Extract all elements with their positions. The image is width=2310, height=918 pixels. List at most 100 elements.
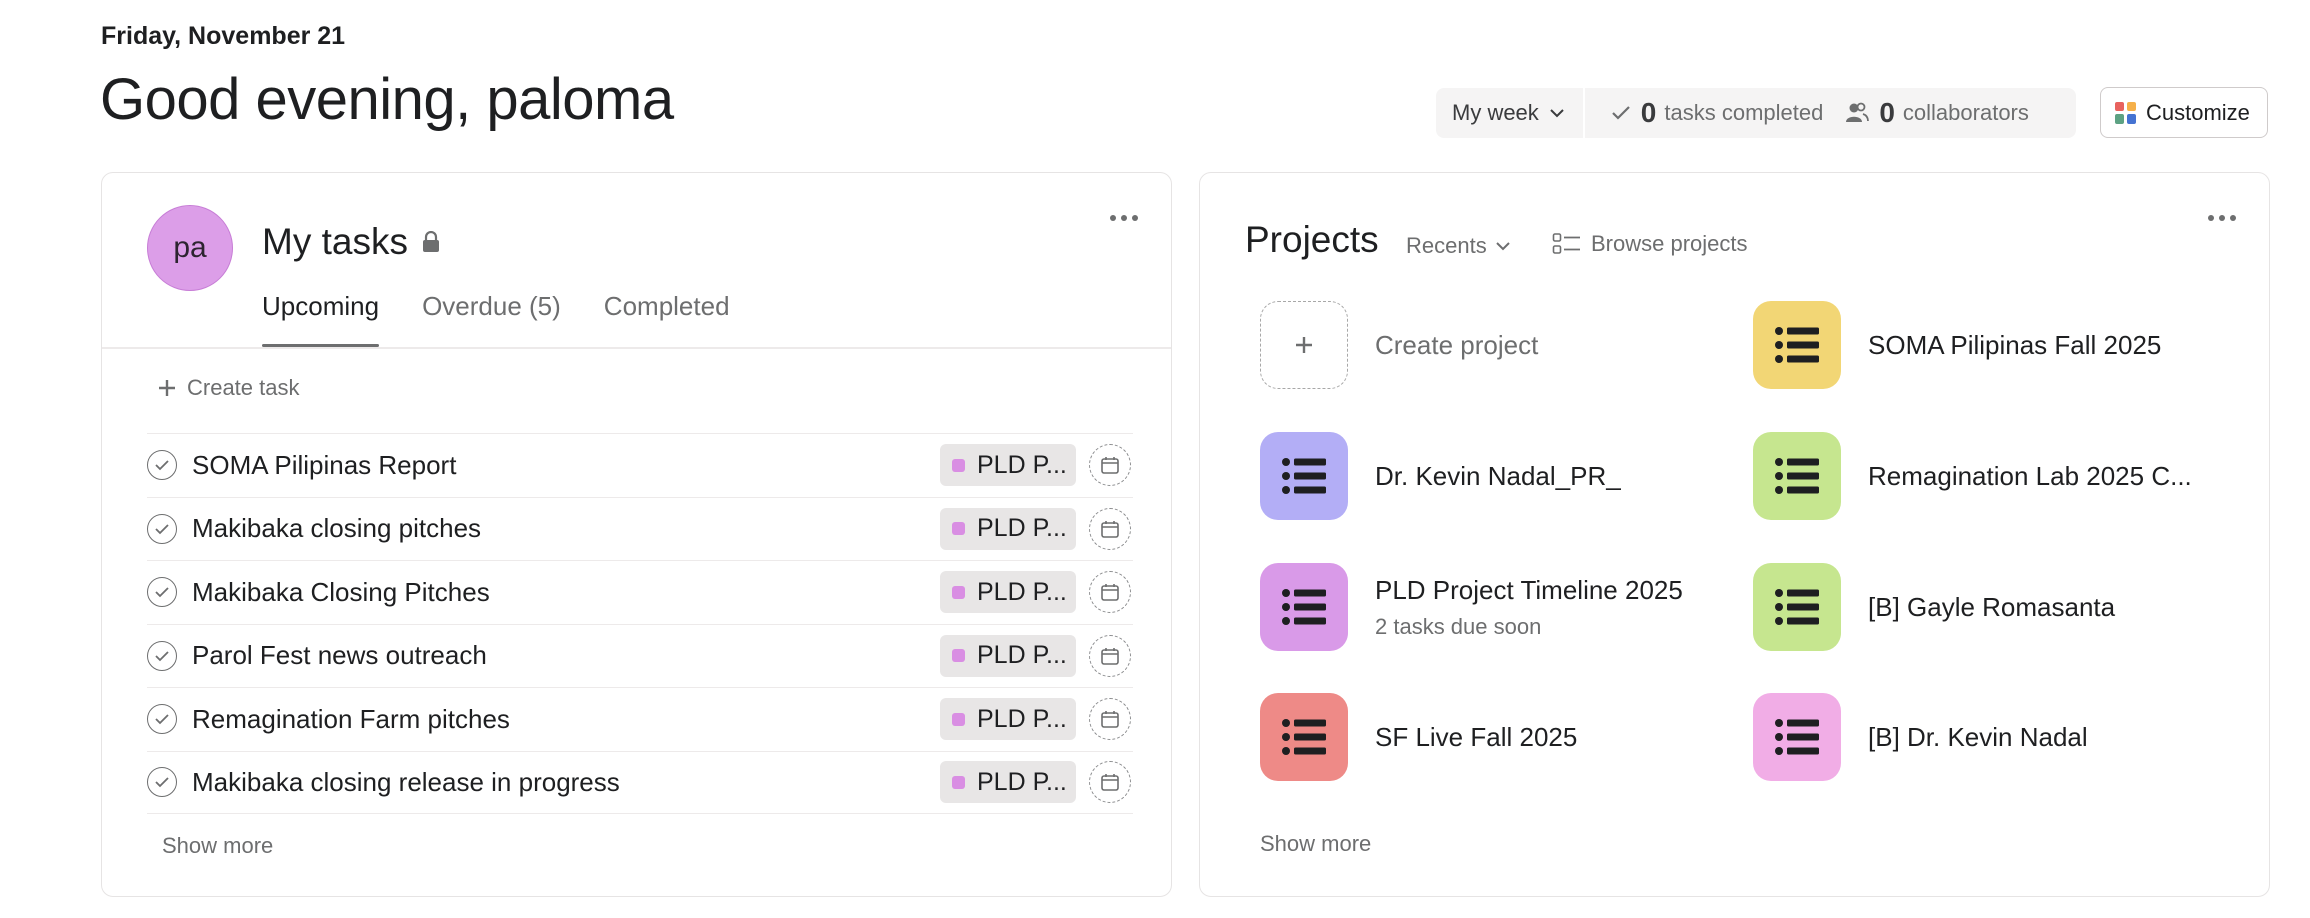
recents-dropdown[interactable]: Recents xyxy=(1406,233,1511,259)
task-row[interactable]: Remagination Farm pitches PLD P... xyxy=(147,687,1133,751)
project-tag[interactable]: PLD P... xyxy=(940,444,1076,487)
task-row[interactable]: Makibaka closing pitches PLD P... xyxy=(147,496,1133,561)
task-name[interactable]: Makibaka Closing Pitches xyxy=(192,577,490,608)
date-label: Friday, November 21 xyxy=(101,22,346,50)
project-item[interactable]: [B] Dr. Kevin Nadal xyxy=(1753,693,2088,781)
chevron-down-icon xyxy=(1550,109,1564,118)
project-item[interactable]: SOMA Pilipinas Fall 2025 xyxy=(1753,301,2161,389)
project-list-icon xyxy=(1260,563,1348,651)
create-project-label: Create project xyxy=(1375,329,1539,360)
period-dropdown[interactable]: My week xyxy=(1436,88,1585,138)
project-name: [B] Gayle Romasanta xyxy=(1868,591,2116,622)
my-tasks-heading[interactable]: My tasks xyxy=(262,221,440,263)
project-tag-label: PLD P... xyxy=(977,450,1067,479)
period-label: My week xyxy=(1452,100,1539,125)
project-tag-label: PLD P... xyxy=(977,514,1067,543)
project-tag-label: PLD P... xyxy=(977,577,1067,606)
due-date-calendar-icon[interactable] xyxy=(1089,634,1131,677)
task-list: SOMA Pilipinas Report PLD P... Makibaka … xyxy=(147,433,1133,814)
project-item[interactable]: SF Live Fall 2025 xyxy=(1260,693,1577,781)
project-name: Remagination Lab 2025 C... xyxy=(1868,460,2192,491)
lock-icon xyxy=(422,231,439,252)
collaborators-stat: 0 collaborators xyxy=(1845,97,2029,129)
project-item[interactable]: Dr. Kevin Nadal_PR_ xyxy=(1260,432,1621,520)
projects-title: Projects xyxy=(1245,219,1379,260)
project-tag[interactable]: PLD P... xyxy=(940,761,1076,804)
project-color-dot xyxy=(952,585,965,599)
tasks-completed-count: 0 xyxy=(1640,97,1657,128)
complete-checkbox-icon[interactable] xyxy=(147,640,177,671)
tab-overdue[interactable]: Overdue (5) xyxy=(422,291,561,347)
greeting-title: Good evening, paloma xyxy=(100,67,674,132)
stats-bar: My week 0 tasks completed 0 collaborator… xyxy=(1436,88,2076,138)
due-date-calendar-icon[interactable] xyxy=(1089,698,1131,741)
create-task-button[interactable]: Create task xyxy=(157,375,300,401)
task-row[interactable]: Makibaka Closing Pitches PLD P... xyxy=(147,560,1133,624)
task-name[interactable]: SOMA Pilipinas Report xyxy=(192,450,456,481)
project-color-dot xyxy=(952,649,965,663)
due-date-calendar-icon[interactable] xyxy=(1089,761,1131,804)
project-list-icon xyxy=(1753,693,1841,781)
more-options-icon[interactable] xyxy=(2208,215,2236,221)
project-tag[interactable]: PLD P... xyxy=(940,634,1076,677)
my-tasks-widget: pa My tasks Upcoming Overdue (5) Complet… xyxy=(101,172,1172,897)
project-name: SF Live Fall 2025 xyxy=(1375,721,1578,752)
project-color-dot xyxy=(952,458,965,472)
show-more-projects-link[interactable]: Show more xyxy=(1260,831,1371,857)
complete-checkbox-icon[interactable] xyxy=(147,767,177,798)
project-name: Dr. Kevin Nadal_PR_ xyxy=(1375,460,1621,491)
project-tag[interactable]: PLD P... xyxy=(940,698,1076,741)
due-date-calendar-icon[interactable] xyxy=(1089,571,1131,614)
complete-checkbox-icon[interactable] xyxy=(147,577,177,608)
check-icon xyxy=(1612,106,1630,120)
project-color-dot xyxy=(952,775,965,789)
task-name[interactable]: Makibaka closing pitches xyxy=(192,513,481,544)
more-options-icon[interactable] xyxy=(1110,215,1138,221)
project-list-icon xyxy=(1753,432,1841,520)
project-item[interactable]: Remagination Lab 2025 C... xyxy=(1753,432,2192,520)
project-tag-label: PLD P... xyxy=(977,641,1067,670)
plus-icon xyxy=(159,380,175,396)
task-name[interactable]: Remagination Farm pitches xyxy=(192,704,510,735)
project-name: SOMA Pilipinas Fall 2025 xyxy=(1868,329,2162,360)
task-row[interactable]: Parol Fest news outreach PLD P... xyxy=(147,623,1133,688)
browse-projects-button[interactable]: Browse projects xyxy=(1552,231,1748,257)
project-item[interactable]: [B] Gayle Romasanta xyxy=(1753,563,2115,651)
project-color-dot xyxy=(952,712,965,726)
complete-checkbox-icon[interactable] xyxy=(147,704,177,735)
project-tag-label: PLD P... xyxy=(977,767,1067,796)
list-browse-icon xyxy=(1552,233,1580,254)
project-list-icon xyxy=(1260,693,1348,781)
project-name: [B] Dr. Kevin Nadal xyxy=(1868,721,2088,752)
collaborators-label: collaborators xyxy=(1902,100,2029,125)
task-row[interactable]: SOMA Pilipinas Report PLD P... xyxy=(147,433,1133,497)
project-name: PLD Project Timeline 2025 xyxy=(1375,574,1683,605)
recents-label: Recents xyxy=(1406,233,1487,258)
customize-button[interactable]: Customize xyxy=(2100,87,2268,138)
project-item[interactable]: PLD Project Timeline 2025 2 tasks due so… xyxy=(1260,563,1683,651)
due-date-calendar-icon[interactable] xyxy=(1089,507,1131,550)
customize-icon xyxy=(2115,101,2137,124)
tab-upcoming[interactable]: Upcoming xyxy=(262,291,380,347)
plus-icon xyxy=(1296,337,1312,353)
task-name[interactable]: Makibaka closing release in progress xyxy=(192,767,620,798)
project-color-dot xyxy=(952,522,965,536)
project-tag-label: PLD P... xyxy=(977,704,1067,733)
create-project-button[interactable]: Create project xyxy=(1260,301,1538,389)
task-tabs: Upcoming Overdue (5) Completed xyxy=(262,291,773,347)
complete-checkbox-icon[interactable] xyxy=(147,450,177,481)
collaborators-count: 0 xyxy=(1879,97,1895,128)
task-row[interactable]: Makibaka closing release in progress PLD… xyxy=(147,750,1133,814)
due-date-calendar-icon[interactable] xyxy=(1089,444,1131,487)
project-tag[interactable]: PLD P... xyxy=(940,507,1076,550)
create-project-tile xyxy=(1260,301,1348,389)
complete-checkbox-icon[interactable] xyxy=(147,513,177,544)
tasks-completed-label: tasks completed xyxy=(1664,100,1824,125)
avatar[interactable]: pa xyxy=(147,205,233,291)
project-tag[interactable]: PLD P... xyxy=(940,571,1076,614)
project-list-icon xyxy=(1260,432,1348,520)
show-more-tasks-link[interactable]: Show more xyxy=(162,833,273,859)
tasks-completed-stat: 0 tasks completed xyxy=(1611,97,1824,129)
tab-completed[interactable]: Completed xyxy=(604,291,730,347)
task-name[interactable]: Parol Fest news outreach xyxy=(192,640,487,671)
